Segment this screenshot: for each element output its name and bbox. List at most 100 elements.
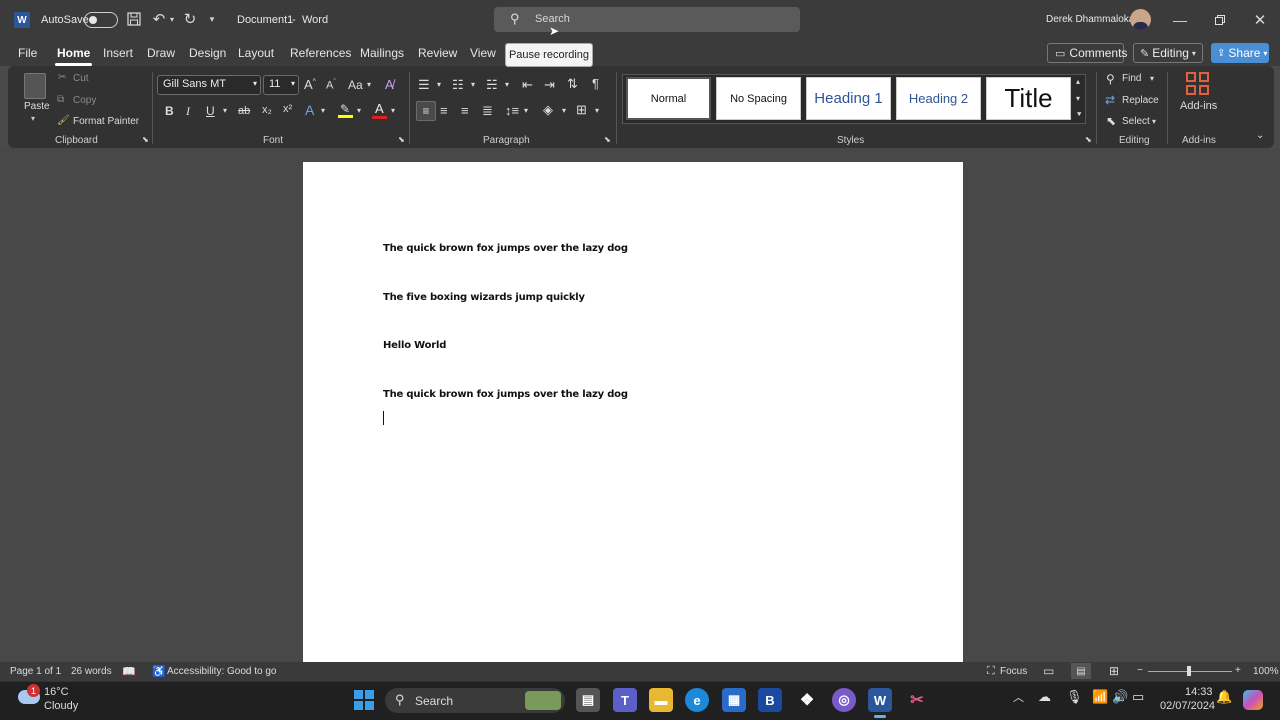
wifi-icon[interactable]: 📶 bbox=[1092, 689, 1108, 705]
customize-toolbar-icon[interactable]: ▾ bbox=[206, 12, 218, 26]
file-explorer-icon[interactable]: ▬ bbox=[649, 688, 673, 712]
styles-scroll-up-icon[interactable]: ▴ bbox=[1076, 77, 1080, 86]
tab-draw[interactable]: Draw bbox=[147, 46, 175, 60]
align-center-icon[interactable]: ≡ bbox=[440, 103, 448, 118]
taskbar-search[interactable]: ⚲ Search bbox=[385, 688, 565, 713]
show-hidden-icons[interactable]: ︿ bbox=[1013, 689, 1024, 705]
battery-icon[interactable]: ▭ bbox=[1132, 689, 1144, 705]
search-box[interactable]: ⚲ Search bbox=[494, 7, 800, 32]
tab-view[interactable]: View bbox=[470, 46, 496, 60]
print-layout-icon[interactable]: ▤ bbox=[1071, 663, 1091, 679]
styles-more-icon[interactable]: ⯆ bbox=[1076, 110, 1082, 120]
word-count[interactable]: 26 words bbox=[71, 666, 112, 677]
dialog-launcher-icon[interactable]: ⬊ bbox=[142, 135, 149, 144]
style-heading-1[interactable]: Heading 1 bbox=[806, 77, 891, 120]
editing-mode-button[interactable]: ✎ Editing ▾ bbox=[1133, 43, 1203, 63]
shading-icon[interactable]: ◈ bbox=[543, 102, 553, 118]
task-view-icon[interactable]: ▤ bbox=[576, 688, 600, 712]
web-layout-icon[interactable]: ⊞ bbox=[1109, 664, 1119, 678]
close-icon[interactable]: ✕ bbox=[1252, 12, 1268, 29]
document-page[interactable] bbox=[303, 162, 963, 662]
share-button[interactable]: ⇪ Share ▾ bbox=[1211, 43, 1269, 63]
proofing-icon[interactable]: 📖 bbox=[122, 665, 136, 678]
tab-mailings[interactable]: Mailings bbox=[360, 46, 404, 60]
style-title[interactable]: Title bbox=[986, 77, 1071, 120]
format-painter-button[interactable]: Format Painter bbox=[73, 116, 139, 127]
microphone-icon[interactable]: 🎙 bbox=[1066, 689, 1083, 705]
volume-icon[interactable]: 🔊 bbox=[1112, 689, 1128, 705]
style-normal[interactable]: Normal bbox=[626, 77, 711, 120]
tab-home[interactable]: Home bbox=[54, 46, 93, 66]
subscript-button[interactable]: x₂ bbox=[262, 104, 272, 116]
font-color-icon[interactable]: A bbox=[372, 101, 388, 119]
clock-time[interactable]: 14:33 bbox=[1185, 686, 1213, 698]
comments-button[interactable]: ▭ Comments bbox=[1047, 43, 1127, 63]
accessibility-status[interactable]: Accessibility: Good to go bbox=[167, 666, 277, 677]
clock-date[interactable]: 02/07/2024 bbox=[1160, 700, 1215, 712]
weather-desc[interactable]: Cloudy bbox=[44, 700, 78, 712]
document-line-2[interactable]: The five boxing wizards jump quickly bbox=[383, 292, 585, 303]
copilot-tray-icon[interactable] bbox=[1243, 690, 1263, 710]
decrease-indent-icon[interactable]: ⇤ bbox=[522, 77, 533, 93]
document-line-4[interactable]: The quick brown fox jumps over the lazy … bbox=[383, 389, 628, 400]
line-spacing-icon[interactable]: ↕≡ bbox=[505, 103, 519, 118]
justify-icon[interactable]: ≣ bbox=[482, 103, 493, 119]
zoom-slider-thumb[interactable] bbox=[1187, 666, 1191, 676]
document-line-1[interactable]: The quick brown fox jumps over the lazy … bbox=[383, 243, 628, 254]
snipping-tool-icon[interactable]: ✂ bbox=[905, 688, 929, 712]
align-left-icon[interactable]: ≡ bbox=[416, 101, 436, 121]
bold-button[interactable]: B bbox=[165, 104, 174, 118]
multilevel-list-icon[interactable]: ☵ bbox=[486, 77, 498, 93]
autosave-toggle[interactable] bbox=[84, 12, 118, 28]
bing-icon[interactable]: B bbox=[758, 688, 782, 712]
styles-scroll-down-icon[interactable]: ▾ bbox=[1076, 94, 1080, 103]
cut-button[interactable]: Cut bbox=[73, 73, 89, 84]
dropbox-icon[interactable]: ❖ bbox=[795, 688, 819, 712]
change-case-button[interactable]: Aa bbox=[348, 78, 363, 92]
numbering-icon[interactable]: ☷ bbox=[452, 77, 464, 93]
copilot-icon[interactable]: ◎ bbox=[832, 688, 856, 712]
font-size-field[interactable]: 11 ▾ bbox=[263, 75, 299, 95]
restore-icon[interactable] bbox=[1212, 12, 1228, 28]
redo-icon[interactable]: ↻ bbox=[181, 10, 199, 28]
show-formatting-icon[interactable]: ¶ bbox=[592, 76, 599, 91]
style-heading-2[interactable]: Heading 2 bbox=[896, 77, 981, 120]
text-effects-icon[interactable]: A bbox=[305, 102, 314, 118]
zoom-out-button[interactable]: − bbox=[1137, 665, 1143, 676]
increase-indent-icon[interactable]: ⇥ bbox=[544, 77, 555, 93]
read-mode-icon[interactable]: ▭ bbox=[1043, 664, 1054, 678]
copy-button[interactable]: Copy bbox=[73, 95, 96, 106]
paste-button[interactable]: Paste ▾ bbox=[20, 70, 50, 124]
select-button[interactable]: Select bbox=[1122, 116, 1150, 127]
grow-font-icon[interactable]: A^ bbox=[304, 77, 316, 92]
add-ins-button[interactable]: Add-ins bbox=[1180, 100, 1217, 112]
dialog-launcher-icon[interactable]: ⬊ bbox=[398, 135, 405, 144]
strikethrough-button[interactable]: ab bbox=[238, 105, 250, 117]
zoom-in-button[interactable]: + bbox=[1235, 665, 1241, 676]
onedrive-icon[interactable]: ☁ bbox=[1038, 689, 1051, 705]
sort-icon[interactable]: ⇅ bbox=[567, 76, 578, 92]
highlight-color-icon[interactable]: ✎ bbox=[338, 102, 354, 118]
page-count[interactable]: Page 1 of 1 bbox=[10, 666, 61, 677]
align-right-icon[interactable]: ≡ bbox=[461, 103, 469, 118]
user-name[interactable]: Derek Dhammaloka bbox=[1046, 14, 1134, 25]
dialog-launcher-icon[interactable]: ⬊ bbox=[604, 135, 611, 144]
zoom-level[interactable]: 100% bbox=[1253, 666, 1279, 677]
collapse-ribbon-icon[interactable]: ⌄ bbox=[1256, 130, 1264, 141]
save-icon[interactable] bbox=[125, 10, 143, 28]
underline-button[interactable]: U bbox=[206, 104, 215, 118]
bullets-icon[interactable]: ☰ bbox=[418, 77, 430, 93]
shrink-font-icon[interactable]: Aˇ bbox=[326, 79, 336, 92]
teams-icon[interactable]: T bbox=[613, 688, 637, 712]
avatar[interactable] bbox=[1130, 9, 1151, 30]
font-name-field[interactable]: Gill Sans MT ▾ bbox=[157, 75, 261, 95]
tab-review[interactable]: Review bbox=[418, 46, 457, 60]
clear-formatting-icon[interactable]: A̸ bbox=[385, 77, 394, 92]
store-icon[interactable]: ▦ bbox=[722, 688, 746, 712]
replace-button[interactable]: Replace bbox=[1122, 95, 1159, 106]
edge-icon[interactable]: e bbox=[685, 688, 709, 712]
start-button[interactable] bbox=[354, 690, 374, 710]
word-taskbar-icon[interactable]: W bbox=[868, 688, 892, 712]
tab-file[interactable]: File bbox=[18, 46, 37, 60]
superscript-button[interactable]: x² bbox=[283, 103, 292, 115]
